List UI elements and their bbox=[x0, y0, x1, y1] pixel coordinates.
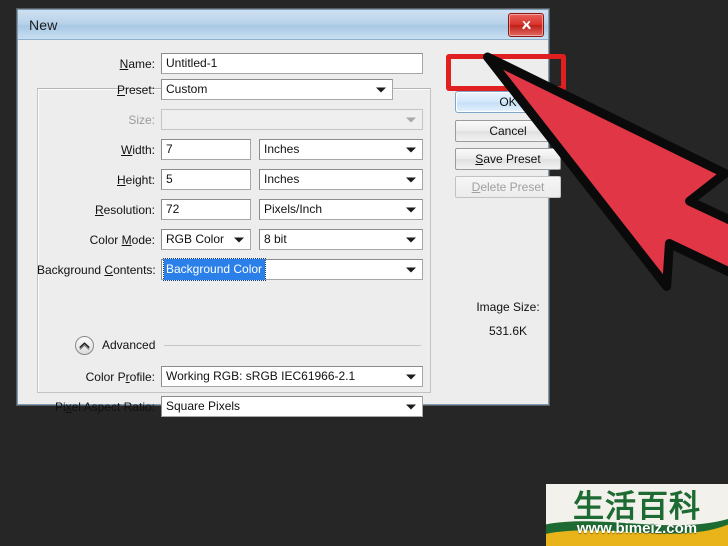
name-input-value: Untitled-1 bbox=[166, 56, 218, 70]
dialog-body: Name: Untitled-1 Preset: Custom Size: Wi… bbox=[18, 40, 561, 417]
name-input[interactable]: Untitled-1 bbox=[161, 53, 423, 74]
height-label: Height: bbox=[116, 172, 155, 187]
resolution-label: Resolution: bbox=[94, 202, 155, 217]
dialog-title: New bbox=[29, 16, 58, 33]
delete-preset-button: Delete Preset bbox=[455, 176, 561, 198]
field-row-color-mode: Color Mode: RGB Color 8 bit bbox=[37, 229, 431, 250]
watermark: 生活百科 www.bimeiz.com bbox=[546, 484, 728, 546]
color-depth-select[interactable]: 8 bit bbox=[259, 229, 423, 250]
width-unit-value: Inches bbox=[264, 142, 300, 156]
ok-button[interactable]: OK bbox=[455, 91, 561, 113]
image-size-value: 531.6K bbox=[488, 324, 528, 338]
color-mode-value: RGB Color bbox=[166, 232, 225, 246]
background-contents-select[interactable]: Background Color bbox=[161, 258, 423, 281]
chevron-up-icon[interactable] bbox=[75, 335, 94, 355]
new-document-dialog: New Name: Untitled-1 Preset: Custom Size… bbox=[17, 9, 566, 417]
background-contents-value: Background Color bbox=[162, 258, 267, 281]
height-unit-value: Inches bbox=[264, 172, 300, 186]
chevron-down-icon bbox=[406, 267, 416, 272]
color-mode-select[interactable]: RGB Color bbox=[161, 229, 251, 250]
width-input[interactable]: 7 bbox=[161, 139, 251, 160]
color-mode-label: Color Mode: bbox=[89, 232, 155, 247]
resolution-input[interactable]: 72 bbox=[161, 199, 251, 220]
chevron-down-icon bbox=[376, 87, 386, 92]
field-row-background-contents: Background Contents: Background Color bbox=[37, 258, 431, 281]
chevron-down-icon bbox=[406, 207, 416, 212]
chevron-down-icon bbox=[406, 117, 416, 122]
watermark-cjk-text: 生活百科 bbox=[573, 488, 701, 525]
field-row-width: Width: 7 Inches bbox=[37, 139, 431, 160]
color-depth-value: 8 bit bbox=[264, 232, 287, 246]
field-row-name: Name: Untitled-1 bbox=[37, 53, 431, 74]
background-contents-label: Background Contents: bbox=[37, 262, 156, 277]
field-row-preset: Preset: Custom bbox=[37, 79, 431, 100]
close-icon[interactable] bbox=[508, 13, 544, 37]
cancel-button[interactable]: Cancel bbox=[455, 120, 561, 142]
name-label: Name: bbox=[119, 56, 155, 71]
chevron-down-icon bbox=[406, 147, 416, 152]
advanced-divider bbox=[164, 344, 421, 346]
chevron-down-icon bbox=[406, 237, 416, 242]
advanced-section-header[interactable]: Advanced bbox=[75, 334, 425, 356]
image-size-readout: Image Size: 531.6K bbox=[455, 300, 561, 338]
dialog-titlebar[interactable]: New bbox=[18, 10, 548, 40]
chevron-down-icon bbox=[406, 177, 416, 182]
pixel-aspect-ratio-label: Pixel Aspect Ratio: bbox=[54, 399, 155, 414]
pixel-aspect-ratio-select[interactable]: Square Pixels bbox=[161, 396, 423, 417]
field-row-color-profile: Color Profile: Working RGB: sRGB IEC6196… bbox=[37, 366, 431, 387]
size-label: Size: bbox=[128, 112, 155, 127]
chevron-down-icon bbox=[406, 404, 416, 409]
field-row-size: Size: bbox=[37, 109, 431, 130]
resolution-unit-select[interactable]: Pixels/Inch bbox=[259, 199, 423, 220]
color-profile-select[interactable]: Working RGB: sRGB IEC61966-2.1 bbox=[161, 366, 423, 387]
height-unit-select[interactable]: Inches bbox=[259, 169, 423, 190]
pixel-aspect-ratio-value: Square Pixels bbox=[166, 399, 241, 413]
field-row-height: Height: 5 Inches bbox=[37, 169, 431, 190]
preset-label: Preset: bbox=[116, 82, 155, 97]
color-profile-value: Working RGB: sRGB IEC61966-2.1 bbox=[166, 369, 356, 383]
watermark-url: www.bimeiz.com bbox=[576, 520, 698, 537]
field-row-resolution: Resolution: 72 Pixels/Inch bbox=[37, 199, 431, 220]
width-unit-select[interactable]: Inches bbox=[259, 139, 423, 160]
width-label: Width: bbox=[120, 142, 155, 157]
resolution-unit-value: Pixels/Inch bbox=[264, 202, 323, 216]
height-input-value: 5 bbox=[166, 172, 173, 186]
image-size-label: Image Size: bbox=[476, 300, 540, 314]
resolution-input-value: 72 bbox=[166, 202, 180, 216]
preset-select[interactable]: Custom bbox=[161, 79, 393, 100]
size-select bbox=[161, 109, 423, 130]
chevron-down-icon bbox=[406, 374, 416, 379]
preset-select-value: Custom bbox=[166, 82, 208, 96]
color-profile-label: Color Profile: bbox=[85, 369, 155, 384]
field-row-pixel-aspect-ratio: Pixel Aspect Ratio: Square Pixels bbox=[37, 396, 431, 417]
advanced-label: Advanced bbox=[102, 338, 156, 352]
height-input[interactable]: 5 bbox=[161, 169, 251, 190]
chevron-down-icon bbox=[234, 237, 244, 242]
save-preset-button[interactable]: Save Preset bbox=[455, 148, 561, 170]
width-input-value: 7 bbox=[166, 142, 173, 156]
